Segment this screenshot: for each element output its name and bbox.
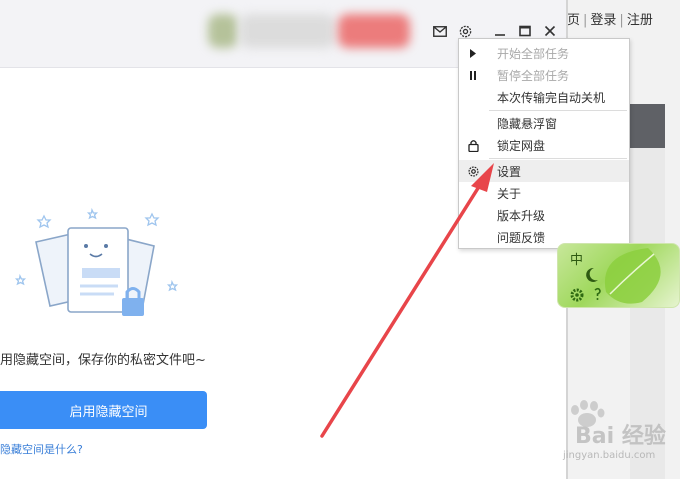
menu-item-label: 设置: [497, 164, 522, 179]
blurred-badge: [338, 14, 410, 48]
nav-partial-text: 页: [567, 13, 581, 28]
menu-item-hide-float[interactable]: 隐藏悬浮窗: [459, 112, 629, 134]
mail-icon[interactable]: [431, 22, 449, 40]
enable-hidden-space-button[interactable]: 启用隐藏空间: [0, 391, 207, 429]
menu-item-lock-disk[interactable]: 锁定网盘: [459, 134, 629, 156]
menu-item-about[interactable]: 关于: [459, 182, 629, 204]
menu-item-label: 开始全部任务: [497, 46, 570, 61]
pause-icon: [465, 67, 481, 83]
what-is-hidden-space-link[interactable]: 隐藏空间是什么?: [0, 441, 83, 457]
background-dark-block: [630, 104, 665, 149]
menu-item-label: 隐藏悬浮窗: [497, 116, 558, 131]
menu-item-label: 关于: [497, 186, 522, 201]
settings-dropdown-menu: 开始全部任务 暂停全部任务 本次传输完自动关机 隐藏悬浮窗 锁定网盘 设置 关于…: [458, 38, 630, 249]
menu-item-auto-shutdown[interactable]: 本次传输完自动关机: [459, 86, 629, 108]
login-link[interactable]: 登录: [590, 13, 616, 28]
moon-icon[interactable]: [586, 267, 598, 282]
nav-separator: |: [583, 13, 588, 28]
menu-item-label: 本次传输完自动关机: [497, 90, 606, 105]
play-icon: [465, 45, 481, 61]
gear-icon: [465, 163, 481, 179]
lock-icon: [465, 137, 481, 153]
leaf-icon: [604, 248, 661, 304]
baidu-jingyan-watermark: Bai 经验 jingyan.baidu.com: [505, 400, 675, 470]
hidden-space-description: 用隐藏空间，保存你的私密文件吧~: [0, 353, 206, 368]
menu-divider: [489, 158, 627, 159]
menu-item-settings[interactable]: 设置: [459, 160, 629, 182]
menu-item-label: 版本升级: [497, 208, 546, 223]
menu-divider: [489, 110, 627, 111]
menu-item-upgrade[interactable]: 版本升级: [459, 204, 629, 226]
watermark-url: jingyan.baidu.com: [563, 450, 656, 461]
background-nav-links: 页 | 登录 | 注册: [567, 9, 653, 28]
gear-icon[interactable]: [570, 288, 584, 302]
watermark-logo: Bai 经验: [575, 424, 666, 449]
blurred-username: [240, 14, 335, 48]
menu-item-label: 锁定网盘: [497, 138, 546, 153]
floating-ime-widget[interactable]: 中: [557, 243, 680, 308]
register-link[interactable]: 注册: [627, 13, 653, 28]
blurred-avatar: [208, 14, 238, 48]
menu-item-start-all[interactable]: 开始全部任务: [459, 42, 629, 64]
nav-separator: |: [619, 13, 624, 28]
menu-item-label: 问题反馈: [497, 230, 546, 245]
help-icon[interactable]: [594, 287, 601, 300]
menu-item-pause-all[interactable]: 暂停全部任务: [459, 64, 629, 86]
menu-item-label: 暂停全部任务: [497, 68, 570, 83]
hidden-space-illustration: [14, 207, 179, 316]
